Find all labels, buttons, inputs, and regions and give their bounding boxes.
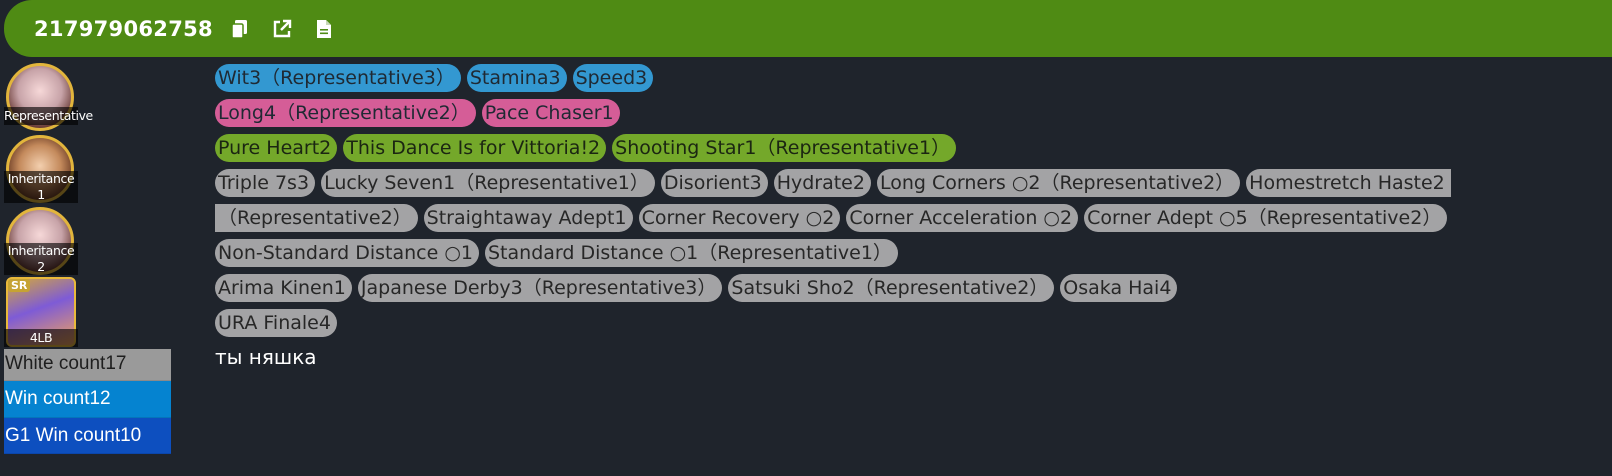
copy-icon[interactable] xyxy=(229,18,251,40)
tag-corner-acceleration: Corner Acceleration ○2 xyxy=(846,203,1079,232)
stats-panel: White count17 Win count12 G1 Win count10 xyxy=(4,349,171,454)
tag-satsuki-sho: Satsuki Sho2（Representative2） xyxy=(728,273,1055,302)
inheritance-1-number: 1 xyxy=(37,187,45,202)
representative-label: Representative xyxy=(4,107,93,125)
tag-row-unique: Pure Heart2 This Dance Is for Vittoria!2… xyxy=(215,130,1612,165)
tag-row-distance: Non-Standard Distance ○1 Standard Distan… xyxy=(215,235,1612,270)
note-text: ты няшка xyxy=(215,345,317,369)
tag-hydrate: Hydrate2 xyxy=(773,168,871,197)
tag-shooting-star: Shooting Star1（Representative1） xyxy=(612,133,957,162)
tag-non-standard-distance: Non-Standard Distance ○1 xyxy=(215,238,479,267)
header-actions xyxy=(229,18,335,40)
character-column: Representative Inheritance 1 Inheritance… xyxy=(4,61,174,349)
representative-card[interactable]: Representative xyxy=(4,61,93,133)
tag-disorient: Disorient3 xyxy=(660,168,768,197)
tag-row-races: Arima Kinen1 Japanese Derby3（Representat… xyxy=(215,270,1612,305)
tag-straightaway-adept: Straightaway Adept1 xyxy=(423,203,633,232)
inheritance-1-card[interactable]: Inheritance 1 xyxy=(4,133,78,205)
inheritance-2-label: Inheritance 2 xyxy=(4,243,78,275)
header-bar: 217979062758 xyxy=(4,0,1612,57)
trainer-id: 217979062758 xyxy=(34,16,213,41)
tag-homestretch-haste: Homestretch Haste2 xyxy=(1246,168,1451,197)
tag-row-scenario: URA Finale4 xyxy=(215,305,1612,340)
tag-corner-adept: Corner Adept ○5（Representative2） xyxy=(1084,203,1448,232)
tag-row-skills-2: （Representative2） Straightaway Adept1 Co… xyxy=(215,200,1612,235)
tag-homestretch-haste-cont: （Representative2） xyxy=(215,203,418,232)
open-external-icon[interactable] xyxy=(271,18,293,40)
tag-wit: Wit3（Representative3） xyxy=(215,63,461,92)
support-card-label: 4LB xyxy=(4,329,78,347)
tag-long-corners: Long Corners ○2（Representative2） xyxy=(876,168,1241,197)
tag-arima-kinen: Arima Kinen1 xyxy=(215,273,352,302)
tag-row-skills-1: Triple 7s3 Lucky Seven1（Representative1）… xyxy=(215,165,1612,200)
tag-pace-chaser: Pace Chaser1 xyxy=(481,98,620,127)
win-count: Win count12 xyxy=(4,381,171,418)
tag-osaka-hai: Osaka Hai4 xyxy=(1060,273,1178,302)
g1-win-count: G1 Win count10 xyxy=(4,418,171,454)
sr-badge: SR xyxy=(8,279,31,292)
tag-row-aptitude: Long4（Representative2） Pace Chaser1 xyxy=(215,95,1612,130)
factor-tags: Wit3（Representative3） Stamina3 Speed3 Lo… xyxy=(215,60,1612,340)
inheritance-2-number: 2 xyxy=(37,259,45,274)
tag-lucky-seven: Lucky Seven1（Representative1） xyxy=(321,168,655,197)
tag-ura-finale: URA Finale4 xyxy=(215,308,337,337)
tag-pure-heart: Pure Heart2 xyxy=(215,133,338,162)
inheritance-2-card[interactable]: Inheritance 2 xyxy=(4,205,78,277)
inheritance-1-label: Inheritance 1 xyxy=(4,171,78,203)
tag-this-dance: This Dance Is for Vittoria!2 xyxy=(343,133,607,162)
inheritance-2-title: Inheritance xyxy=(7,243,75,258)
tag-stamina: Stamina3 xyxy=(466,63,567,92)
support-card[interactable]: SR 4LB xyxy=(4,277,78,349)
tag-corner-recovery: Corner Recovery ○2 xyxy=(638,203,841,232)
tag-standard-distance: Standard Distance ○1（Representative1） xyxy=(485,238,898,267)
tag-triple-7s: Triple 7s3 xyxy=(215,168,316,197)
white-count: White count17 xyxy=(4,349,171,381)
tag-japanese-derby: Japanese Derby3（Representative3） xyxy=(357,273,723,302)
tag-long: Long4（Representative2） xyxy=(215,98,476,127)
inheritance-1-title: Inheritance xyxy=(7,171,75,186)
document-icon[interactable] xyxy=(313,18,335,40)
tag-speed: Speed3 xyxy=(572,63,654,92)
tag-row-stats: Wit3（Representative3） Stamina3 Speed3 xyxy=(215,60,1612,95)
